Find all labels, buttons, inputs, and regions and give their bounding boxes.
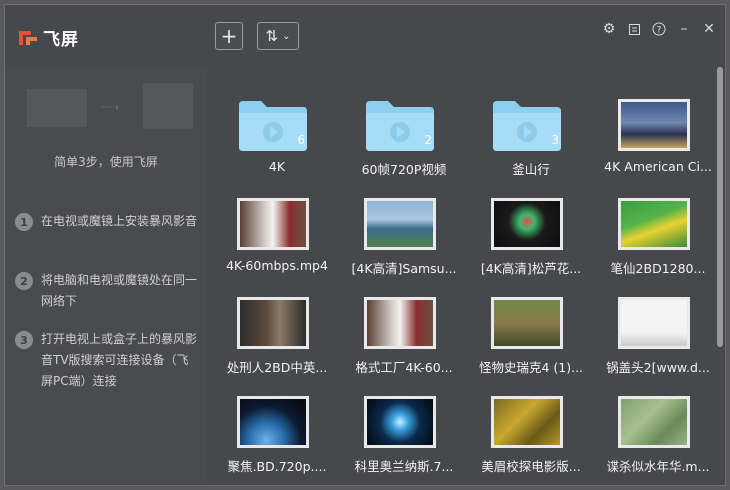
video-item[interactable]: 格式工厂4K-60... [340,265,468,375]
sidebar: ·····› 简单3步，使用飞屏 1 在电视或魔镜上安装暴风影音 2 将电脑和电… [5,67,207,485]
step-number: 1 [15,213,33,231]
item-name: 谍杀似水年华.m... [606,459,710,474]
chevron-down-icon: ⌄ [282,30,291,42]
app-title: 飞屏 [43,30,79,50]
title-bar: 飞屏 + ⇅ ⌄ ⚙ ? – ✕ [5,5,725,67]
sort-icon: ⇅ [265,27,279,45]
video-item[interactable]: 4K American Ci... [594,67,722,174]
folder-icon: 6 [237,99,309,151]
item-name: 科里奥兰纳斯.7... [354,459,454,474]
minimize-icon[interactable]: – [676,21,692,37]
video-item[interactable]: 笔仙2BD1280... [594,166,722,276]
video-thumbnail [491,396,563,448]
video-item[interactable]: 处刑人2BD中英... [213,265,341,375]
svg-text:·····›: ·····› [101,103,119,113]
video-item[interactable]: 聚焦.BD.720p.... [213,364,341,474]
gear-icon[interactable]: ⚙ [601,21,617,37]
close-icon[interactable]: ✕ [701,21,717,37]
video-thumbnail [237,396,309,448]
folder-icon: 3 [491,99,563,151]
scrollbar[interactable] [717,67,723,347]
video-thumbnail [618,198,690,250]
folder-item[interactable]: 2 60帧720P视频 [340,67,468,177]
item-name: 美眉校探电影版... [481,459,581,474]
sort-button[interactable]: ⇅ ⌄ [257,22,299,50]
window-controls: ⚙ ? – ✕ [601,21,717,37]
video-item[interactable]: [4K高清]Samsu... [340,166,468,276]
step-number: 3 [15,331,33,349]
video-thumbnail [364,297,436,349]
video-item[interactable]: 谍杀似水年华.m... [594,364,722,474]
video-thumbnail [618,99,690,151]
video-thumbnail [618,297,690,349]
svg-text:?: ? [657,26,662,36]
video-item[interactable]: [4K高清]松芦花... [467,166,595,276]
media-grid: 6 4K 2 60帧720P视频 3 釜山行 4K American Ci... 4K-60m… [211,67,715,485]
folder-count: 3 [551,133,559,147]
app-window: 飞屏 + ⇅ ⌄ ⚙ ? – ✕ ·····› 简单3步，使用飞屏 1 在电视或… [4,4,726,486]
video-item[interactable]: 怪物史瑞克4 (1)... [467,265,595,375]
folder-count: 2 [424,133,432,147]
folder-item[interactable]: 6 4K [213,67,341,174]
video-thumbnail [491,297,563,349]
list-icon[interactable] [626,21,642,37]
video-item[interactable]: 科里奥兰纳斯.7... [340,364,468,474]
step-1: 1 在电视或魔镜上安装暴风影音 [15,213,200,232]
step-2: 2 将电脑和电视或魔镜处在同一网络下 [15,272,200,312]
video-thumbnail [237,297,309,349]
video-thumbnail [237,198,309,250]
sidebar-tagline: 简单3步，使用飞屏 [54,155,158,169]
video-thumbnail [364,198,436,250]
add-icon: + [220,24,238,48]
step-number: 2 [15,272,33,290]
help-icon[interactable]: ? [651,21,667,37]
step-text: 在电视或魔镜上安装暴风影音 [41,214,198,228]
video-item[interactable]: 锅盖头2[www.d... [594,265,722,375]
step-3: 3 打开电视上或盒子上的暴风影音TV版搜索可连接设备（飞屏PC端）连接 [15,331,200,392]
step-text: 将电脑和电视或魔镜处在同一网络下 [41,273,198,308]
folder-icon: 2 [364,99,436,151]
feiping-logo-icon [19,30,37,45]
video-item[interactable]: 4K-60mbps.mp4 [213,166,341,273]
connection-illustration-icon: ·····› [27,83,193,129]
app-logo: 飞屏 [17,25,79,50]
folder-item[interactable]: 3 釜山行 [467,67,595,177]
add-button[interactable]: + [215,22,243,50]
video-thumbnail [364,396,436,448]
video-thumbnail [618,396,690,448]
video-thumbnail [491,198,563,250]
video-item[interactable]: 美眉校探电影版... [467,364,595,474]
folder-count: 6 [297,133,305,147]
step-text: 打开电视上或盒子上的暴风影音TV版搜索可连接设备（飞屏PC端）连接 [41,332,198,388]
item-name: 聚焦.BD.720p.... [227,459,327,474]
